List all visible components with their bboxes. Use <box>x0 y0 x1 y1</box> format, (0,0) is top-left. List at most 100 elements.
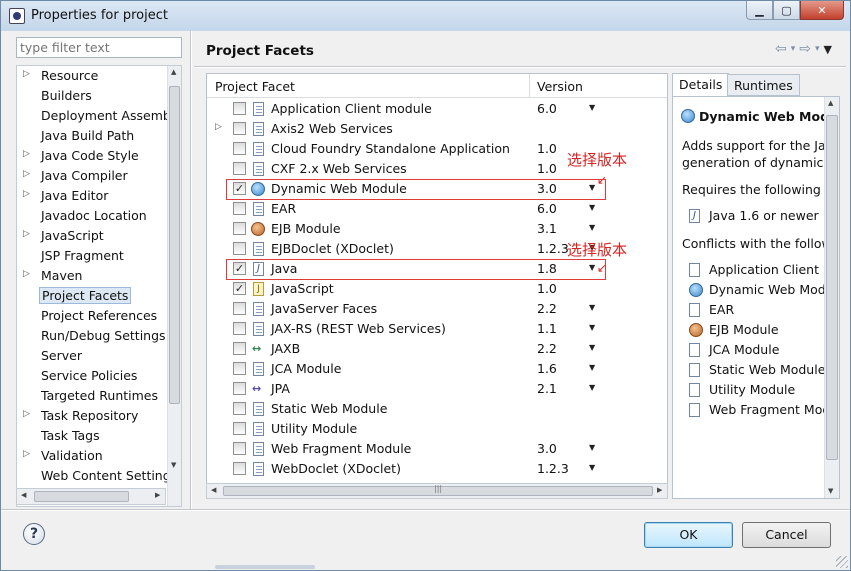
tree-vertical-scrollbar[interactable]: ▲ ▼ <box>167 66 181 506</box>
tree-scroll-thumb[interactable] <box>169 86 180 404</box>
expand-arrow-icon[interactable]: ▷ <box>23 149 30 159</box>
facet-row[interactable]: JavaServer Faces 2.2 ▼ <box>207 299 667 319</box>
details-vertical-scrollbar[interactable]: ▲ ▼ <box>824 97 839 498</box>
sidebar-item-task-tags[interactable]: Task Tags <box>17 426 177 446</box>
sidebar-item-jsp-fragment[interactable]: JSP Fragment <box>17 246 177 266</box>
filter-input[interactable] <box>16 37 182 58</box>
facet-row[interactable]: Utility Module <box>207 419 667 439</box>
sidebar-item-deployment-assembly[interactable]: Deployment Assembly <box>17 106 181 126</box>
facet-version[interactable]: 1.2.3 <box>537 461 569 476</box>
version-dropdown-icon[interactable]: ▼ <box>589 343 595 352</box>
facet-version[interactable]: 1.2.3 <box>537 241 569 256</box>
facet-checkbox[interactable] <box>233 142 246 155</box>
maximize-button[interactable]: ▢ <box>773 1 800 20</box>
facet-version[interactable]: 3.1 <box>537 221 557 236</box>
version-dropdown-icon[interactable]: ▼ <box>589 203 595 212</box>
sidebar-item-targeted-runtimes[interactable]: Targeted Runtimes <box>17 386 177 406</box>
expand-arrow-icon[interactable]: ▷ <box>23 229 30 239</box>
version-dropdown-icon[interactable]: ▼ <box>589 443 595 452</box>
version-dropdown-icon[interactable]: ▼ <box>589 223 595 232</box>
facet-row[interactable]: ✓ J JavaScript 1.0 <box>207 279 667 299</box>
column-project-facet[interactable]: Project Facet <box>215 79 295 94</box>
facet-checkbox[interactable] <box>233 402 246 415</box>
version-dropdown-icon[interactable]: ▼ <box>589 383 595 392</box>
scroll-right-icon[interactable]: ▶ <box>155 491 160 499</box>
facet-version[interactable]: 2.1 <box>537 381 557 396</box>
facet-row[interactable]: ↔ JAXB 2.2 ▼ <box>207 339 667 359</box>
facet-version[interactable]: 6.0 <box>537 201 557 216</box>
ok-button[interactable]: OK <box>644 522 733 548</box>
expand-arrow-icon[interactable]: ▷ <box>23 169 30 179</box>
close-button[interactable]: ✕ <box>800 1 844 20</box>
facet-checkbox[interactable] <box>233 302 246 315</box>
facet-checkbox[interactable] <box>233 442 246 455</box>
scroll-left-icon[interactable]: ◀ <box>211 486 216 494</box>
forward-menu-icon[interactable]: ▾ <box>815 41 820 57</box>
sidebar-item-javascript[interactable]: ▷ JavaScript <box>17 226 177 246</box>
facets-hscroll-thumb[interactable]: ||| <box>223 484 653 496</box>
facet-checkbox[interactable] <box>233 102 246 115</box>
facet-row[interactable]: EJB Module 3.1 ▼ <box>207 219 667 239</box>
facet-row[interactable]: Static Web Module <box>207 399 667 419</box>
expand-arrow-icon[interactable]: ▷ <box>23 409 30 419</box>
version-dropdown-icon[interactable]: ▼ <box>589 303 595 312</box>
facet-version[interactable]: 6.0 <box>537 101 557 116</box>
sidebar-item-builders[interactable]: Builders <box>17 86 177 106</box>
sidebar-item-javadoc-location[interactable]: Javadoc Location <box>17 206 177 226</box>
facet-checkbox[interactable] <box>233 462 246 475</box>
facet-row[interactable]: JCA Module 1.6 ▼ <box>207 359 667 379</box>
sidebar-item-java-build-path[interactable]: Java Build Path <box>17 126 177 146</box>
expand-arrow-icon[interactable]: ▷ <box>215 122 222 132</box>
sidebar-item-task-repository[interactable]: ▷ Task Repository <box>17 406 177 426</box>
scroll-right-icon[interactable]: ▶ <box>657 486 662 494</box>
facet-checkbox[interactable] <box>233 242 246 255</box>
scroll-up-icon[interactable]: ▲ <box>828 99 833 107</box>
expand-arrow-icon[interactable]: ▷ <box>23 269 30 279</box>
sidebar-item-java-compiler[interactable]: ▷ Java Compiler <box>17 166 177 186</box>
facet-row[interactable]: ▷ Axis2 Web Services <box>207 119 667 139</box>
column-separator[interactable] <box>529 74 530 98</box>
facet-checkbox[interactable] <box>233 362 246 375</box>
sidebar-item-web-content-settings[interactable]: Web Content Settings <box>17 466 177 486</box>
facet-row[interactable]: ↔ JPA 2.1 ▼ <box>207 379 667 399</box>
scroll-up-icon[interactable]: ▲ <box>171 68 176 76</box>
facet-checkbox[interactable] <box>233 202 246 215</box>
facet-row[interactable]: WebDoclet (XDoclet) 1.2.3 ▼ <box>207 459 667 479</box>
sidebar-item-run-debug-settings[interactable]: Run/Debug Settings <box>17 326 177 346</box>
scroll-down-icon[interactable]: ▼ <box>171 461 176 469</box>
expand-arrow-icon[interactable]: ▷ <box>23 69 30 79</box>
scroll-left-icon[interactable]: ◀ <box>21 491 26 499</box>
facet-row[interactable]: Web Fragment Module 3.0 ▼ <box>207 439 667 459</box>
version-dropdown-icon[interactable]: ▼ <box>589 323 595 332</box>
scroll-down-icon[interactable]: ▼ <box>828 487 833 495</box>
back-arrow-icon[interactable]: ⇦ <box>775 41 787 57</box>
sidebar-item-project-references[interactable]: Project References <box>17 306 177 326</box>
facet-version[interactable]: 1.1 <box>537 321 557 336</box>
facet-checkbox[interactable]: ✓ <box>233 282 246 295</box>
sash-divider[interactable] <box>190 31 192 509</box>
facet-checkbox[interactable] <box>233 162 246 175</box>
sidebar-item-project-facets[interactable]: Project Facets <box>17 286 177 306</box>
expand-arrow-icon[interactable]: ▷ <box>23 449 30 459</box>
facet-checkbox[interactable] <box>233 222 246 235</box>
facet-version[interactable]: 2.2 <box>537 301 557 316</box>
facet-row[interactable]: Application Client module 6.0 ▼ <box>207 99 667 119</box>
column-version[interactable]: Version <box>537 79 583 94</box>
tab-details[interactable]: Details <box>672 73 730 97</box>
details-scroll-thumb[interactable] <box>826 115 838 460</box>
back-menu-icon[interactable]: ▾ <box>791 41 796 57</box>
facet-checkbox[interactable] <box>233 382 246 395</box>
facet-checkbox[interactable] <box>233 422 246 435</box>
facet-checkbox[interactable] <box>233 122 246 135</box>
sidebar-item-java-code-style[interactable]: ▷ Java Code Style <box>17 146 177 166</box>
facet-checkbox[interactable] <box>233 322 246 335</box>
facet-version[interactable]: 1.6 <box>537 361 557 376</box>
facet-version[interactable]: 2.2 <box>537 341 557 356</box>
cancel-button[interactable]: Cancel <box>742 522 831 548</box>
version-dropdown-icon[interactable]: ▼ <box>589 103 595 112</box>
resize-grip-icon[interactable] <box>836 556 848 568</box>
tree-hscroll-thumb[interactable] <box>34 491 129 502</box>
sidebar-item-resource[interactable]: ▷ Resource <box>17 66 177 86</box>
view-menu-icon[interactable]: ▼ <box>824 41 832 57</box>
facet-row[interactable]: EAR 6.0 ▼ <box>207 199 667 219</box>
